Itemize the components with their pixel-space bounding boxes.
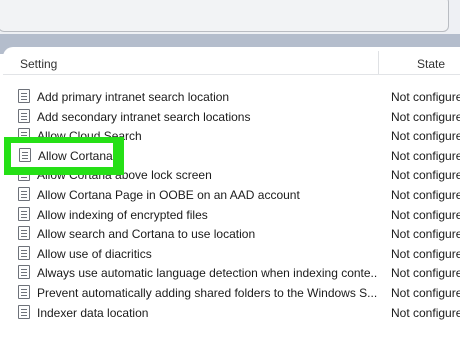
setting-name: Prevent automatically adding shared fold…	[37, 285, 377, 300]
toolbar-field[interactable]	[0, 0, 449, 32]
setting-state: Not configured	[391, 207, 460, 222]
setting-state: Not configured	[391, 129, 460, 144]
policy-setting-icon	[19, 148, 31, 162]
setting-name: Add primary intranet search location	[37, 90, 230, 104]
setting-state: Not configured	[391, 168, 460, 183]
policy-setting-icon	[18, 245, 30, 260]
policy-setting-icon	[18, 108, 30, 123]
setting-name: Indexer data location	[37, 305, 149, 320]
policy-setting-icon	[18, 186, 30, 201]
column-header-setting[interactable]: Setting	[20, 57, 57, 71]
setting-state: Not configured	[391, 148, 460, 163]
list-item[interactable]: Allow search and Cortana to use location…	[3, 224, 460, 244]
policy-setting-icon	[18, 265, 30, 280]
highlighted-setting-name[interactable]: Allow Cortana	[38, 149, 113, 163]
highlight-callout: Allow Cortana	[4, 137, 124, 175]
list-item[interactable]: Add secondary intranet search locations …	[3, 107, 460, 127]
setting-state: Not configured	[391, 227, 460, 242]
list-item[interactable]: Indexer data location Not configured	[3, 303, 460, 323]
setting-name: Add secondary intranet search locations	[37, 109, 251, 124]
setting-name: Allow indexing of encrypted files	[37, 207, 208, 222]
column-divider[interactable]	[378, 51, 379, 74]
policy-setting-icon	[18, 226, 30, 241]
setting-state: Not configured	[391, 285, 460, 300]
setting-state: Not configured	[391, 246, 460, 261]
setting-name: Allow Cortana Page in OOBE on an AAD acc…	[37, 187, 300, 202]
setting-name: Always use automatic language detection …	[37, 266, 377, 281]
settings-list-pane: Setting State Add primary intranet searc…	[3, 47, 460, 337]
policy-setting-icon	[18, 304, 30, 319]
setting-state: Not configured	[391, 266, 460, 281]
policy-setting-icon	[18, 206, 30, 221]
setting-name: Allow search and Cortana to use location	[37, 227, 256, 242]
list-item[interactable]: Add primary intranet search location Not…	[3, 87, 460, 107]
column-header-state[interactable]: State	[417, 57, 445, 71]
settings-list: Add primary intranet search location Not…	[3, 87, 460, 322]
setting-name: Allow use of diacritics	[37, 246, 152, 261]
list-item[interactable]: Allow indexing of encrypted files Not co…	[3, 205, 460, 225]
setting-state: Not configured	[391, 305, 460, 320]
list-item[interactable]: Allow Cortana Page in OOBE on an AAD acc…	[3, 185, 460, 205]
top-toolbar	[0, 0, 460, 34]
list-item[interactable]: Always use automatic language detection …	[3, 263, 460, 283]
list-item[interactable]: Prevent automatically adding shared fold…	[3, 283, 460, 303]
list-item[interactable]: Allow use of diacritics Not configured	[3, 244, 460, 264]
list-header: Setting State	[3, 47, 460, 75]
setting-state: Not configured	[391, 90, 460, 104]
policy-setting-icon	[18, 284, 30, 299]
policy-setting-icon	[18, 89, 30, 103]
setting-state: Not configured	[391, 187, 460, 202]
setting-state: Not configured	[391, 109, 460, 124]
